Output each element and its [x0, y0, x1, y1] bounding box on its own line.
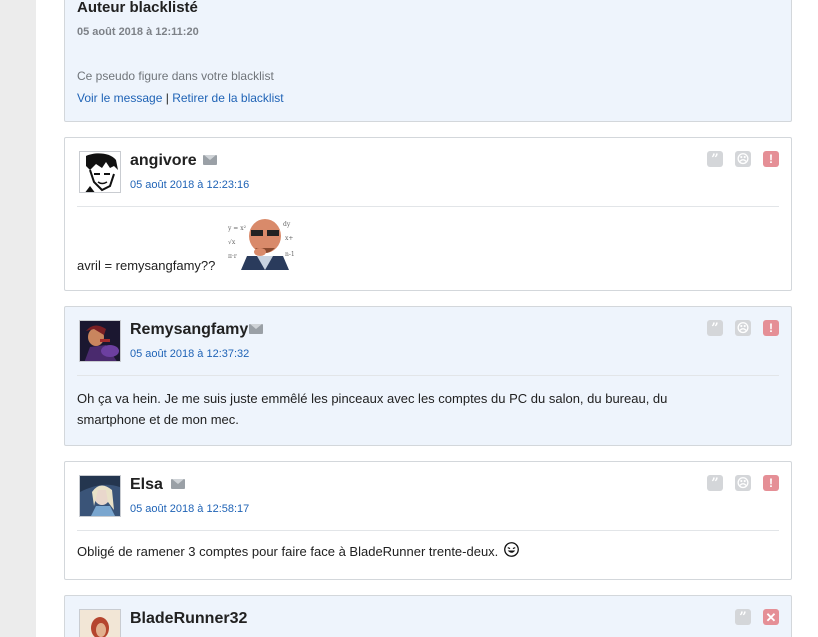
- post-text: Oh ça va hein. Je me suis juste emmêlé l…: [77, 391, 668, 427]
- post-date[interactable]: 05 août 2018 à 12:37:32: [130, 348, 249, 360]
- author-name[interactable]: Elsa: [130, 476, 163, 494]
- post-body: avril = remysangfamy?? y = x² √x π·r dy …: [77, 216, 751, 276]
- svg-text:x+: x+: [285, 235, 293, 242]
- svg-text:π·r: π·r: [228, 253, 237, 260]
- risitas-sticker: y = x² √x π·r dy x+ n-1: [227, 216, 297, 270]
- envelope-icon[interactable]: [171, 479, 185, 489]
- avatar[interactable]: [79, 151, 121, 193]
- post-body: Obligé de ramener 3 comptes pour faire f…: [77, 541, 751, 562]
- blacklist-links: Voir le message | Retirer de la blacklis…: [77, 91, 284, 105]
- blacklisted-post: Auteur blacklisté 05 août 2018 à 12:11:2…: [64, 0, 792, 122]
- avatar-angivore-image: [80, 152, 120, 192]
- author-name[interactable]: BladeRunner32: [130, 610, 247, 628]
- post-text: Obligé de ramener 3 comptes pour faire f…: [77, 544, 499, 559]
- svg-text:n-1: n-1: [285, 251, 295, 258]
- frown-icon[interactable]: ☹: [735, 475, 751, 491]
- avatar-bladerunner32-image: [80, 610, 120, 637]
- blacklisted-title: Auteur blacklisté: [77, 0, 198, 16]
- envelope-icon[interactable]: [249, 324, 263, 334]
- post-actions: ” ☹ !: [707, 320, 779, 336]
- post-separator: [77, 206, 779, 207]
- svg-text:dy: dy: [283, 221, 291, 228]
- post-date[interactable]: 05 août 2018 à 12:23:16: [130, 179, 249, 191]
- avatar[interactable]: [79, 609, 121, 637]
- frown-icon[interactable]: ☹: [735, 320, 751, 336]
- delete-icon[interactable]: ✕: [763, 609, 779, 625]
- alert-icon[interactable]: !: [763, 320, 779, 336]
- remove-blacklist-link[interactable]: Retirer de la blacklist: [172, 91, 283, 105]
- author-name[interactable]: Remysangfamy: [130, 321, 248, 339]
- post-date[interactable]: 05 août 2018 à 12:58:17: [130, 503, 249, 515]
- post-message: angivore 05 août 2018 à 12:23:16 ” ☹ ! a…: [64, 137, 792, 291]
- quote-icon[interactable]: ”: [707, 151, 723, 167]
- post-message: BladeRunner32 ” ✕: [64, 595, 792, 637]
- alert-icon[interactable]: !: [763, 475, 779, 491]
- svg-text:y = x²: y = x²: [227, 225, 247, 232]
- frown-icon[interactable]: ☹: [735, 151, 751, 167]
- blacklist-notice: Ce pseudo figure dans votre blacklist: [77, 69, 274, 83]
- alert-icon[interactable]: !: [763, 151, 779, 167]
- avatar[interactable]: [79, 320, 121, 362]
- quote-icon[interactable]: ”: [707, 320, 723, 336]
- svg-text:√x: √x: [228, 239, 236, 246]
- post-actions: ” ☹ !: [707, 151, 779, 167]
- post-message: Remysangfamy 05 août 2018 à 12:37:32 ” ☹…: [64, 306, 792, 446]
- avatar[interactable]: [79, 475, 121, 517]
- view-message-link[interactable]: Voir le message: [77, 91, 162, 105]
- author-name[interactable]: angivore: [130, 152, 197, 170]
- post-message: Elsa 05 août 2018 à 12:58:17 ” ☹ ! Oblig…: [64, 461, 792, 580]
- post-separator: [77, 530, 779, 531]
- envelope-icon[interactable]: [203, 155, 217, 165]
- post-actions: ” ✕: [735, 609, 779, 625]
- avatar-remysangfamy-image: [80, 321, 120, 361]
- post-separator: [77, 375, 779, 376]
- post-text: avril = remysangfamy??: [77, 258, 216, 273]
- post-actions: ” ☹ !: [707, 475, 779, 491]
- avatar-elsa-image: [80, 476, 120, 516]
- quote-icon[interactable]: ”: [735, 609, 751, 625]
- laughing-smiley: [504, 542, 519, 557]
- quote-icon[interactable]: ”: [707, 475, 723, 491]
- blacklisted-date: 05 août 2018 à 12:11:20: [77, 26, 199, 38]
- link-separator: |: [165, 91, 169, 105]
